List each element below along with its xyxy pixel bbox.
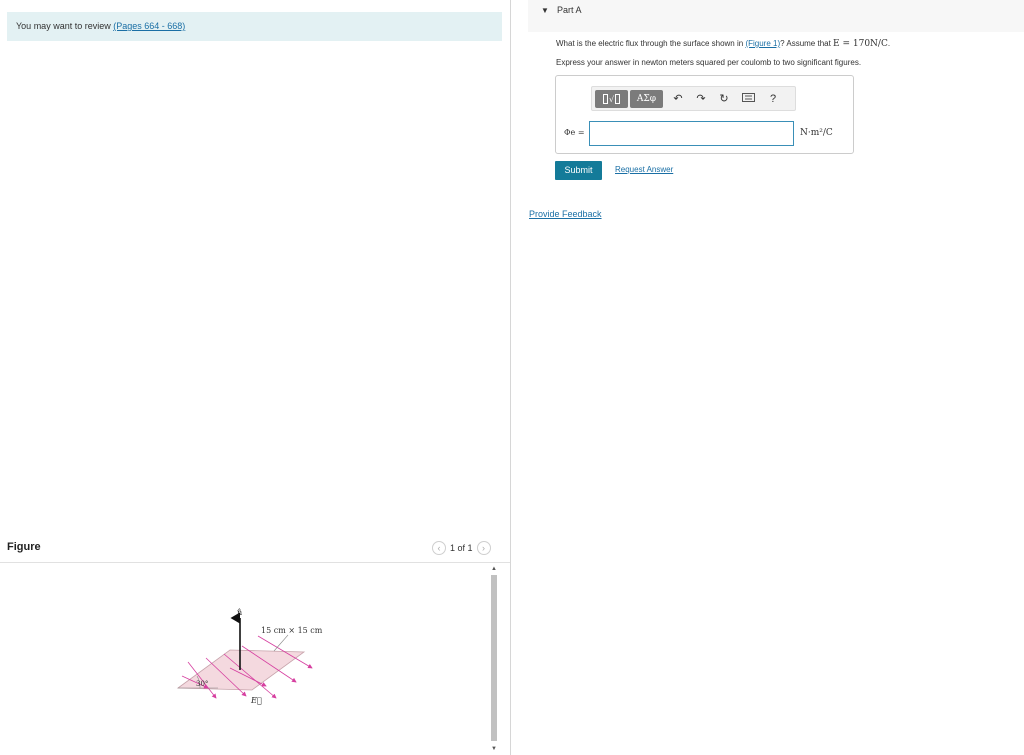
review-text: You may want to review	[16, 21, 114, 31]
question-suffix: .	[887, 39, 891, 48]
templates-label: √	[608, 94, 615, 104]
provide-feedback-link[interactable]: Provide Feedback	[529, 209, 602, 219]
figure-pager: ‹ 1 of 1 ›	[432, 541, 491, 555]
answer-instruction: Express your answer in newton meters squ…	[556, 58, 862, 67]
template-square-icon	[602, 94, 608, 104]
electric-flux-figure: n̂ 15 cm × 15 cm 30° E⃗	[176, 608, 323, 705]
part-a-header[interactable]: ▼ Part A	[528, 0, 1024, 32]
help-button[interactable]: ?	[765, 91, 781, 107]
review-pages-link[interactable]: (Pages 664 - 668)	[113, 21, 185, 31]
review-banner: You may want to review (Pages 664 - 668)	[7, 12, 502, 41]
question-math: E = 170N/C	[833, 39, 888, 49]
question-prefix: What is the electric flux through the su…	[556, 39, 746, 48]
answer-input[interactable]	[589, 121, 794, 146]
right-pane: ▼ Part A What is the electric flux throu…	[511, 0, 1024, 755]
question-text: What is the electric flux through the su…	[556, 39, 890, 49]
angle-label: 30°	[196, 680, 208, 688]
answer-container: √ ΑΣφ ↶ ↷ ↻ ? Φe = N·m²/C	[555, 75, 854, 154]
math-toolbar: √ ΑΣφ ↶ ↷ ↻ ?	[591, 86, 796, 111]
left-pane: You may want to review (Pages 664 - 668)…	[0, 0, 510, 755]
chevron-left-icon[interactable]: ‹	[432, 541, 446, 555]
units-label: N·m²/C	[800, 128, 833, 138]
submit-button[interactable]: Submit	[555, 161, 602, 180]
scroll-up-icon[interactable]: ▲	[489, 565, 499, 573]
figure-title: Figure	[7, 541, 41, 553]
normal-label: n̂	[237, 608, 242, 617]
scroll-thumb[interactable]	[491, 575, 497, 741]
keyboard-icon[interactable]	[740, 91, 756, 107]
chevron-right-icon[interactable]: ›	[476, 541, 491, 555]
size-leader-line	[273, 634, 289, 652]
scroll-down-icon[interactable]: ▼	[489, 745, 499, 753]
part-label: Part A	[557, 5, 582, 15]
undo-icon[interactable]: ↶	[670, 91, 686, 107]
question-mid: ? Assume that	[780, 39, 834, 48]
request-answer-link[interactable]: Request Answer	[615, 165, 673, 174]
figure-scrollbar[interactable]: ▲ ▼	[489, 565, 499, 753]
figure-divider	[0, 562, 510, 563]
size-label: 15 cm × 15 cm	[261, 626, 323, 635]
templates-button[interactable]: √	[595, 90, 628, 108]
template-square-icon	[615, 94, 621, 104]
reset-icon[interactable]: ↻	[716, 91, 732, 107]
pager-count: 1 of 1	[450, 543, 473, 553]
answer-label: Φe =	[564, 128, 585, 137]
symbols-button[interactable]: ΑΣφ	[630, 90, 663, 108]
collapse-caret-icon[interactable]: ▼	[541, 6, 549, 15]
figure-link[interactable]: (Figure 1)	[745, 39, 780, 48]
field-label: E⃗	[250, 696, 262, 705]
redo-icon[interactable]: ↷	[693, 91, 709, 107]
